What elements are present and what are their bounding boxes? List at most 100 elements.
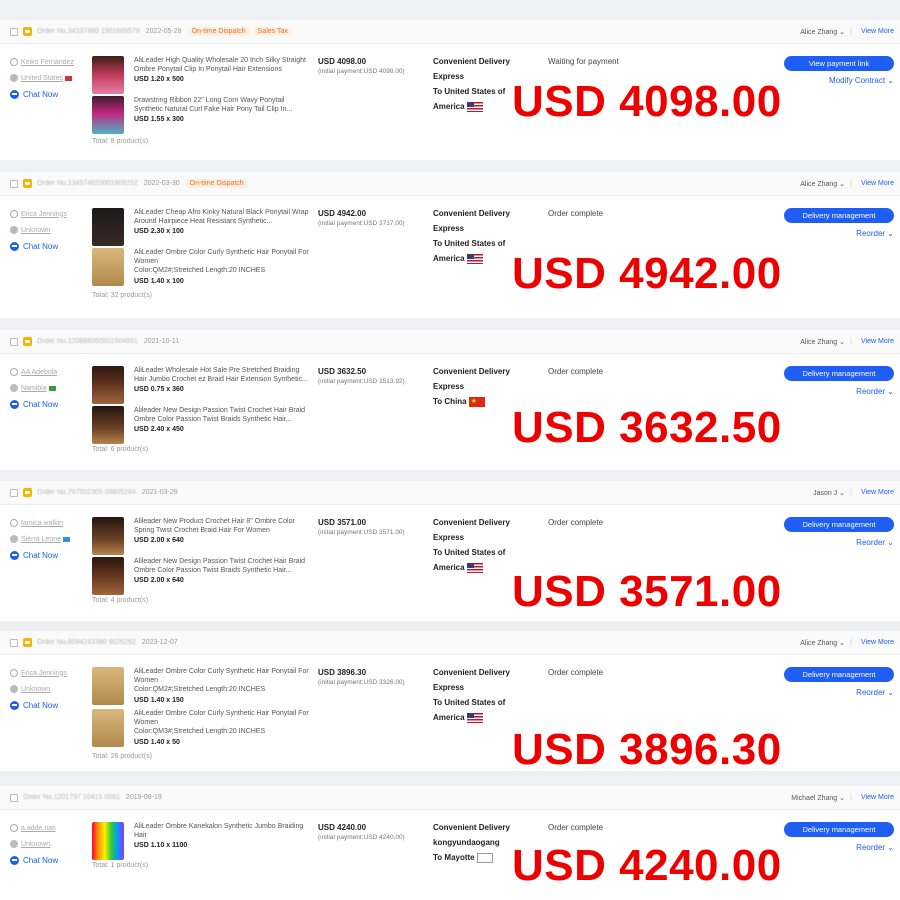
product-item[interactable]: AliLeader Ombre Color Curly Synthetic Ha… — [92, 709, 312, 749]
order-status: Order complete — [548, 518, 604, 527]
tag-on-time-dispatch: On-time Dispatch — [187, 27, 250, 36]
order-header: Order No.134574620001809252 2022-03-30 O… — [0, 172, 900, 196]
product-thumbnail[interactable] — [92, 517, 124, 555]
reorder-link[interactable]: Reorder ⌄ — [856, 688, 894, 697]
product-thumbnail[interactable] — [92, 709, 124, 747]
view-more-link[interactable]: View More — [861, 794, 894, 801]
view-more-link[interactable]: View More — [861, 489, 894, 496]
order-checkbox[interactable] — [10, 638, 18, 647]
product-thumbnail[interactable] — [92, 56, 124, 94]
product-thumbnail[interactable] — [92, 248, 124, 286]
tag-sales-tax: Sales Tax — [253, 27, 292, 36]
delivery-management-button[interactable]: Delivery management — [784, 667, 894, 682]
us-flag-icon — [466, 712, 483, 723]
order-checkbox[interactable] — [10, 179, 18, 188]
product-item[interactable]: AliLeader Cheap Afro Kinky Natural Black… — [92, 208, 312, 248]
order-card: Order No.134574620001809252 2022-03-30 O… — [0, 172, 900, 318]
order-number: Order No.134574620001809252 — [37, 180, 138, 187]
product-total: Total: 32 product(s) — [92, 292, 152, 299]
chat-now-button[interactable]: Chat Now — [10, 856, 90, 865]
sales-rep[interactable]: Alice Zhang ⌄ — [800, 338, 845, 346]
product-item[interactable]: AliLeader Ombre Kanekalon Synthetic Jumb… — [92, 822, 312, 862]
order-status: Order complete — [548, 209, 604, 218]
product-item[interactable]: Alileader New Product Crochet Hair 8" Om… — [92, 517, 312, 557]
sales-rep[interactable]: Jason J ⌄ — [813, 489, 845, 497]
product-thumbnail[interactable] — [92, 208, 124, 246]
product-item[interactable]: Alileader New Design Passion Twist Croch… — [92, 557, 312, 597]
reorder-link[interactable]: Reorder ⌄ — [856, 538, 894, 547]
product-item[interactable]: AliLeader Ombre Color Curly Synthetic Ha… — [92, 667, 312, 707]
highlighted-amount: USD 4240.00 — [512, 841, 782, 890]
buyer-name[interactable]: Erica Jennings — [10, 210, 90, 218]
product-title[interactable]: AliLeader High Quality Wholesale 20 Inch… — [134, 56, 314, 74]
order-checkbox[interactable] — [10, 27, 18, 36]
product-thumbnail[interactable] — [92, 366, 124, 404]
reorder-link[interactable]: Reorder ⌄ — [856, 229, 894, 238]
product-title[interactable]: AliLeader Ombre Kanekalon Synthetic Jumb… — [134, 822, 314, 840]
buyer-name[interactable]: a.adde.nas — [10, 824, 90, 832]
chat-now-button[interactable]: Chat Now — [10, 701, 90, 710]
chat-now-button[interactable]: Chat Now — [10, 90, 90, 99]
order-checkbox[interactable] — [10, 793, 18, 802]
product-title[interactable]: AliLeader Wholesale Hot Sale Pre Stretch… — [134, 366, 314, 384]
product-item[interactable]: Alileader New Design Passion Twist Croch… — [92, 406, 312, 446]
view-more-link[interactable]: View More — [861, 338, 894, 345]
order-number: Order No.1201797 10415 0081 — [23, 794, 120, 801]
buyer-name[interactable]: Keiko Fernandez — [10, 58, 90, 66]
product-title[interactable]: Alileader New Design Passion Twist Croch… — [134, 557, 314, 575]
shipping-destination: To China — [433, 394, 523, 409]
product-title[interactable]: AliLeader Ombre Color Curly Synthetic Ha… — [134, 667, 314, 694]
product-title[interactable]: Drawstring Ribbon 22" Long Corn Wavy Pon… — [134, 96, 314, 114]
order-checkbox[interactable] — [10, 337, 18, 346]
person-icon — [10, 58, 18, 66]
sales-rep[interactable]: Michael Zhang ⌄ — [791, 794, 845, 802]
highlighted-amount: USD 3632.50 — [512, 403, 782, 452]
product-item[interactable]: AliLeader Ombre Color Curly Synthetic Ha… — [92, 248, 312, 288]
sales-rep[interactable]: Alice Zhang ⌄ — [800, 639, 845, 647]
chat-now-button[interactable]: Chat Now — [10, 242, 90, 251]
delivery-management-button[interactable]: Delivery management — [784, 366, 894, 381]
chat-icon — [10, 856, 19, 865]
modify-contract-link[interactable]: Modify Contract ⌄ — [829, 76, 894, 85]
view-payment-link-button[interactable]: View payment link — [784, 56, 894, 71]
us-flag-icon — [466, 562, 483, 573]
buyer-name[interactable]: tamica walkin — [10, 519, 90, 527]
sales-rep[interactable]: Alice Zhang ⌄ — [800, 28, 845, 36]
product-title[interactable]: AliLeader Ombre Color Curly Synthetic Ha… — [134, 248, 314, 275]
product-spec: Color:QM3#;Stretched Length:20 INCHES — [134, 728, 266, 735]
shipping-method: Convenient Delivery Express — [433, 518, 510, 542]
product-thumbnail[interactable] — [92, 667, 124, 705]
buyer-info: Erica Jennings Unknown Chat Now — [10, 669, 90, 710]
reorder-link[interactable]: Reorder ⌄ — [856, 843, 894, 852]
product-title[interactable]: Alileader New Product Crochet Hair 8" Om… — [134, 517, 314, 535]
product-thumbnail[interactable] — [92, 96, 124, 134]
delivery-management-button[interactable]: Delivery management — [784, 208, 894, 223]
buyer-name[interactable]: AA Adebola — [10, 368, 90, 376]
buyer-country: Unknown — [10, 685, 90, 693]
product-thumbnail[interactable] — [92, 557, 124, 595]
product-item[interactable]: AliLeader High Quality Wholesale 20 Inch… — [92, 56, 312, 96]
product-thumbnail[interactable] — [92, 822, 124, 860]
view-more-link[interactable]: View More — [861, 28, 894, 35]
product-title[interactable]: Alileader New Design Passion Twist Croch… — [134, 406, 314, 424]
order-card: Order No.1201797 10415 0081 2019-08-19 M… — [0, 786, 900, 900]
product-price-qty: USD 2.30 x 100 — [134, 228, 184, 235]
product-item[interactable]: Drawstring Ribbon 22" Long Corn Wavy Pon… — [92, 96, 312, 136]
product-thumbnail[interactable] — [92, 406, 124, 444]
chat-now-button[interactable]: Chat Now — [10, 400, 90, 409]
buyer-name[interactable]: Erica Jennings — [10, 669, 90, 677]
product-item[interactable]: AliLeader Wholesale Hot Sale Pre Stretch… — [92, 366, 312, 406]
chat-now-button[interactable]: Chat Now — [10, 551, 90, 560]
delivery-management-button[interactable]: Delivery management — [784, 517, 894, 532]
order-checkbox[interactable] — [10, 488, 18, 497]
reorder-link[interactable]: Reorder ⌄ — [856, 387, 894, 396]
product-title[interactable]: AliLeader Cheap Afro Kinky Natural Black… — [134, 208, 314, 226]
product-price-qty: USD 1.40 x 100 — [134, 278, 184, 285]
view-more-link[interactable]: View More — [861, 180, 894, 187]
shop-icon — [23, 638, 32, 647]
delivery-management-button[interactable]: Delivery management — [784, 822, 894, 837]
sales-rep[interactable]: Alice Zhang ⌄ — [800, 180, 845, 188]
view-more-link[interactable]: View More — [861, 639, 894, 646]
tag-on-time-dispatch: On-time Dispatch — [185, 179, 248, 188]
product-title[interactable]: AliLeader Ombre Color Curly Synthetic Ha… — [134, 709, 314, 736]
